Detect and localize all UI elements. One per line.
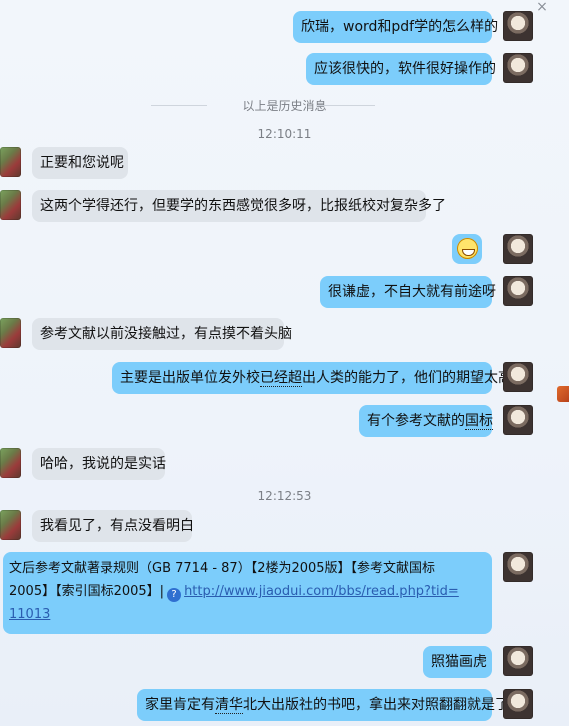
history-divider: 以上是历史消息 xyxy=(0,97,569,113)
divider-line xyxy=(317,105,375,106)
spellcheck-flag[interactable]: 已经超 xyxy=(260,370,302,387)
my-avatar[interactable] xyxy=(503,646,533,676)
message-bubble[interactable]: 欣瑞，word和pdf学的怎么样的 xyxy=(293,11,498,43)
message-link[interactable]: http://www.jiaodui.com/bbs/read.php?tid= xyxy=(184,584,459,599)
chat-history: × 欣瑞，word和pdf学的怎么样的 应该很快的，软件很好操作的 以上是历史消… xyxy=(0,0,569,726)
message-text: 有个参考文献的 xyxy=(367,413,465,429)
message-bubble[interactable]: 哈哈，我说的是实话 xyxy=(32,448,166,480)
contact-avatar[interactable] xyxy=(0,448,21,478)
my-avatar[interactable] xyxy=(503,11,533,41)
my-avatar[interactable] xyxy=(503,405,533,435)
my-avatar[interactable] xyxy=(503,276,533,306)
divider-line xyxy=(151,105,207,106)
history-divider-label: 以上是历史消息 xyxy=(242,99,327,113)
message-bubble[interactable]: 文后参考文献著录规则（GB 7714 - 87）【2楼为2005版】【参考文献国… xyxy=(3,552,492,634)
my-avatar[interactable] xyxy=(503,552,533,582)
timestamp: 12:10:11 xyxy=(257,127,312,141)
message-bubble[interactable]: 正要和您说呢 xyxy=(32,147,128,179)
contact-avatar[interactable] xyxy=(0,147,21,177)
message-bubble[interactable]: 参考文献以前没接触过，有点摸不着头脑 xyxy=(32,318,292,350)
spellcheck-flag[interactable]: 清华 xyxy=(215,697,243,714)
message-bubble[interactable]: 有个参考文献的国标 xyxy=(359,405,493,437)
message-bubble[interactable]: 家里肯定有清华北大出版社的书吧，拿出来对照翻翻就是了 xyxy=(137,689,509,721)
message-text: 北大出版社的书吧，拿出来对照翻翻就是了 xyxy=(243,697,509,713)
contact-avatar[interactable] xyxy=(0,318,21,348)
timestamp: 12:12:53 xyxy=(257,489,312,503)
message-text: 家里肯定有 xyxy=(145,697,215,713)
message-bubble[interactable]: 我看见了，有点没看明白 xyxy=(32,510,194,542)
message-bubble[interactable]: 主要是出版单位发外校已经超出人类的能力了，他们的期望太高 xyxy=(112,362,512,394)
message-bubble[interactable]: 很谦虚，不自大就有前途呀 xyxy=(320,276,496,308)
message-text: 主要是出版单位发外校 xyxy=(120,370,260,386)
message-text: 2005】【索引国标2005】| xyxy=(9,584,165,599)
contact-avatar[interactable] xyxy=(0,510,21,540)
shield-question-icon: ? xyxy=(167,588,182,602)
close-icon[interactable]: × xyxy=(535,0,549,14)
my-avatar[interactable] xyxy=(503,362,533,392)
spellcheck-flag[interactable]: 国标 xyxy=(465,413,493,430)
message-bubble[interactable]: 这两个学得还行，但要学的东西感觉很多呀，比报纸校对复杂多了 xyxy=(32,190,446,222)
message-link[interactable]: 11013 xyxy=(9,607,50,622)
emoji-bubble[interactable] xyxy=(452,234,482,264)
message-text: 出人类的能力了，他们的期望太高 xyxy=(302,370,512,386)
my-avatar[interactable] xyxy=(503,53,533,83)
message-line: 2005】【索引国标2005】|? http://www.jiaodui.com/… xyxy=(9,580,486,603)
message-text: 文后参考文献著录规则（GB 7714 - 87）【2楼为2005版】【参考文献国… xyxy=(9,561,436,576)
contact-avatar[interactable] xyxy=(0,190,21,220)
message-bubble[interactable]: 应该很快的，软件很好操作的 xyxy=(306,53,496,85)
side-decoration xyxy=(557,386,569,402)
my-avatar[interactable] xyxy=(503,234,533,264)
message-bubble[interactable]: 照猫画虎 xyxy=(423,646,492,678)
my-avatar[interactable] xyxy=(503,689,533,719)
message-line: 11013 xyxy=(9,603,486,626)
